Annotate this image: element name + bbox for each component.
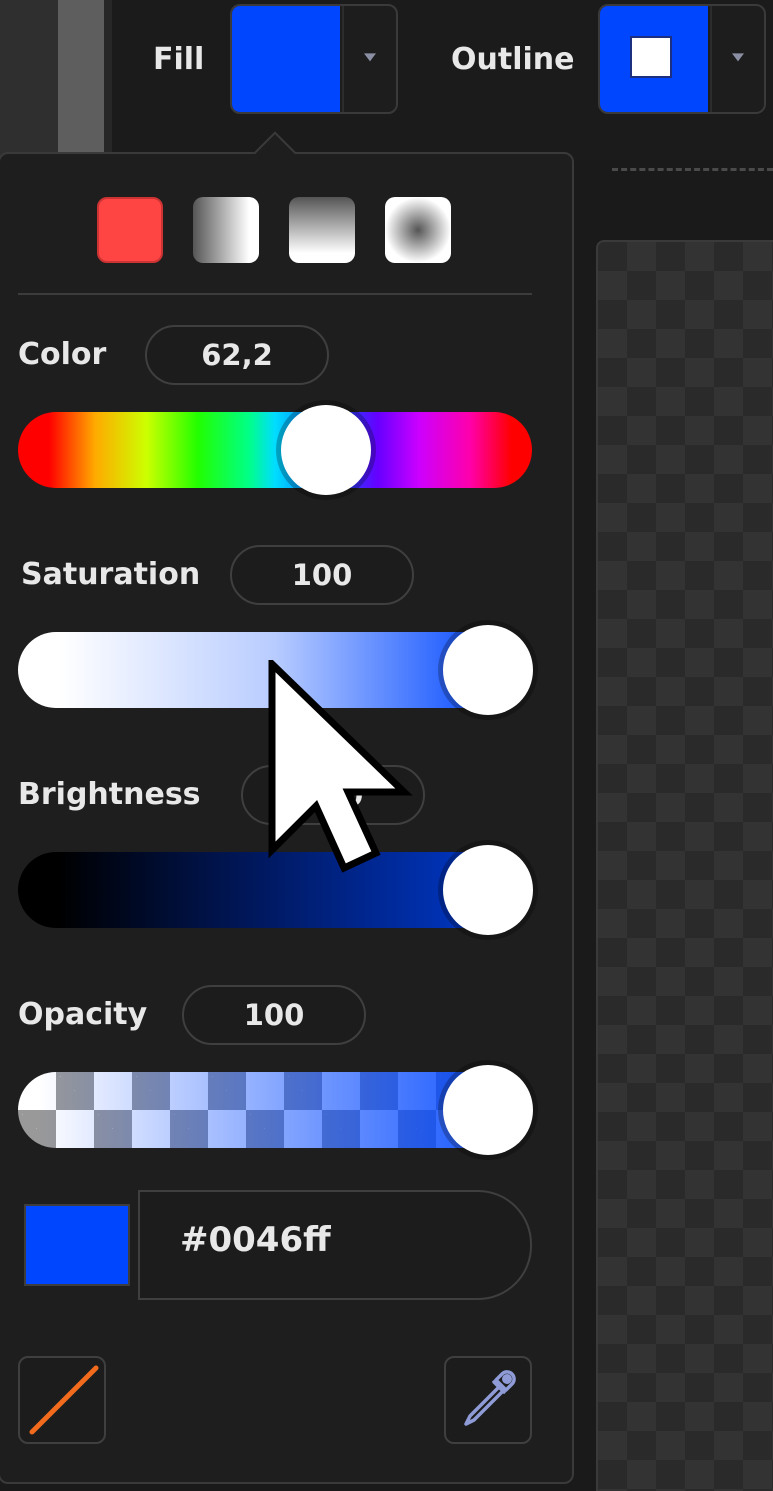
outline-label: Outline bbox=[451, 42, 575, 77]
hex-value: #0046ff bbox=[180, 1220, 331, 1260]
color-value-field[interactable]: 62,2 bbox=[145, 325, 329, 385]
brightness-slider-thumb[interactable] bbox=[443, 845, 533, 935]
scrollbar[interactable] bbox=[58, 0, 104, 160]
fill-label: Fill bbox=[153, 42, 205, 77]
outline-inner-square bbox=[630, 36, 672, 78]
side-panel-edge bbox=[0, 0, 112, 160]
color-preview-swatch bbox=[24, 1204, 130, 1286]
toolbar-divider bbox=[612, 168, 773, 171]
popover-arrow bbox=[252, 127, 296, 154]
chevron-down-icon bbox=[364, 53, 376, 62]
outline-color-button[interactable] bbox=[598, 4, 766, 114]
opacity-value-field[interactable]: 100 bbox=[182, 985, 366, 1045]
hue-slider-track[interactable] bbox=[18, 412, 532, 488]
saturation-value-field[interactable]: 100 bbox=[230, 545, 414, 605]
fill-color-button[interactable] bbox=[230, 4, 398, 114]
fill-dropdown-button[interactable] bbox=[342, 6, 396, 112]
opacity-label: Opacity bbox=[18, 997, 148, 1032]
saturation-slider-thumb[interactable] bbox=[443, 625, 533, 715]
drawing-canvas[interactable] bbox=[596, 240, 773, 1491]
radial-gradient-button[interactable] bbox=[385, 197, 451, 263]
brightness-label: Brightness bbox=[18, 777, 201, 812]
outline-color-swatch[interactable] bbox=[600, 6, 708, 112]
solid-fill-button[interactable] bbox=[97, 197, 163, 263]
fill-color-swatch[interactable] bbox=[232, 6, 340, 112]
eyedropper-button[interactable] bbox=[444, 1356, 532, 1444]
eyedropper-icon bbox=[464, 1370, 516, 1426]
opacity-slider-thumb[interactable] bbox=[443, 1065, 533, 1155]
saturation-label: Saturation bbox=[21, 557, 201, 592]
hue-slider-thumb[interactable] bbox=[281, 405, 371, 495]
color-label: Color bbox=[18, 337, 107, 372]
no-fill-icon bbox=[29, 1365, 99, 1435]
outline-dropdown-button[interactable] bbox=[710, 6, 764, 112]
chevron-down-icon bbox=[732, 53, 744, 62]
panel-column bbox=[0, 0, 58, 160]
horizontal-gradient-button[interactable] bbox=[193, 197, 259, 263]
hex-input[interactable]: #0046ff bbox=[138, 1190, 532, 1300]
divider bbox=[18, 293, 532, 295]
vertical-gradient-button[interactable] bbox=[289, 197, 355, 263]
brightness-value-field[interactable]: 100 bbox=[241, 765, 425, 825]
no-fill-button[interactable] bbox=[18, 1356, 106, 1444]
